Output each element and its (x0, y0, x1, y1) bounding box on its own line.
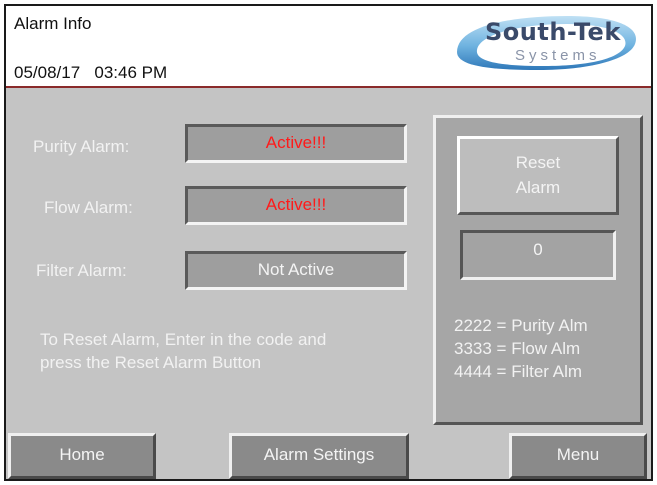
purity-alarm-status: Active!!! (185, 124, 407, 163)
reset-alarm-label-line-1: Reset (515, 153, 561, 172)
logo-name: South-Tek (485, 18, 621, 46)
reset-alarm-button[interactable]: Reset Alarm (457, 136, 619, 215)
logo-subtitle: Systems (515, 47, 601, 64)
home-button[interactable]: Home (8, 433, 156, 479)
code-legend-purity: 2222 = Purity Alm (454, 316, 588, 335)
filter-alarm-label: Filter Alarm: (36, 261, 127, 280)
header-bar: Alarm Info 05/08/17 03:46 PM South-Tek S… (6, 6, 651, 88)
code-legend-flow: 3333 = Flow Alm (454, 339, 581, 358)
time-value: 03:46 PM (94, 63, 168, 82)
alarm-code-legend: 2222 = Purity Alm 3333 = Flow Alm 4444 =… (454, 314, 588, 383)
page-title: Alarm Info (14, 14, 92, 33)
menu-button[interactable]: Menu (509, 433, 647, 479)
alarm-settings-button[interactable]: Alarm Settings (229, 433, 409, 479)
flow-alarm-label: Flow Alarm: (44, 198, 133, 217)
instructions-line-1: To Reset Alarm, Enter in the code and (40, 330, 327, 349)
alarm-info-screen: Alarm Info 05/08/17 03:46 PM South-Tek S… (4, 4, 653, 481)
date-value: 05/08/17 (14, 63, 81, 82)
reset-code-input[interactable]: 0 (460, 230, 616, 280)
filter-alarm-status: Not Active (185, 251, 407, 290)
flow-alarm-status: Active!!! (185, 186, 407, 225)
reset-alarm-label-line-2: Alarm (515, 178, 561, 197)
datetime-display: 05/08/17 03:46 PM (14, 63, 167, 83)
instructions-line-2: press the Reset Alarm Button (40, 353, 262, 372)
south-tek-logo: South-Tek Systems (449, 14, 643, 72)
reset-instructions: To Reset Alarm, Enter in the code and pr… (40, 328, 326, 374)
code-legend-filter: 4444 = Filter Alm (454, 362, 583, 381)
purity-alarm-label: Purity Alarm: (33, 137, 130, 156)
